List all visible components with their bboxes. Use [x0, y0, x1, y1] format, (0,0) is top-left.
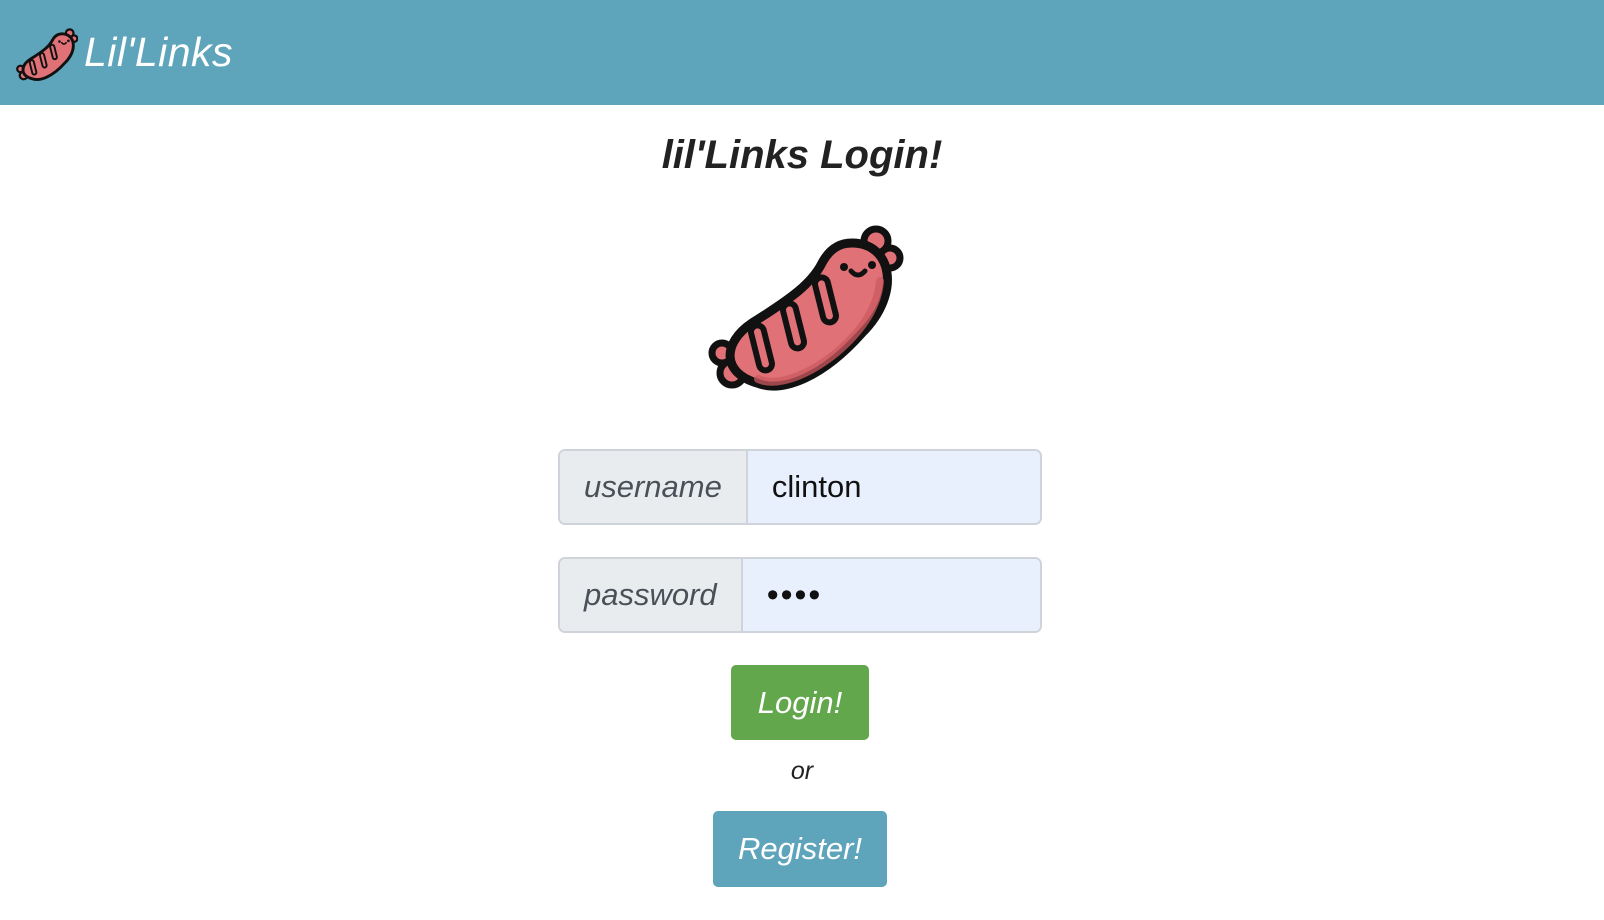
username-label: username [560, 451, 748, 523]
password-label: password [560, 559, 743, 631]
page-title: lil'Links Login! [661, 133, 943, 177]
register-button[interactable]: Register! [713, 811, 887, 887]
navbar: Lil'Links [0, 0, 1604, 105]
or-separator: or [790, 757, 814, 785]
brand-link[interactable]: Lil'Links [14, 21, 233, 85]
password-input[interactable] [742, 559, 1040, 631]
username-input[interactable] [747, 451, 1040, 523]
password-group: password [558, 557, 1042, 633]
username-group: username [558, 449, 1042, 525]
login-page: lil'Links Login! username password Login… [0, 105, 1604, 920]
sausage-icon [16, 27, 78, 81]
brand-name: Lil'Links [84, 29, 234, 75]
sausage-icon [708, 225, 904, 391]
login-button[interactable]: Login! [731, 665, 869, 740]
